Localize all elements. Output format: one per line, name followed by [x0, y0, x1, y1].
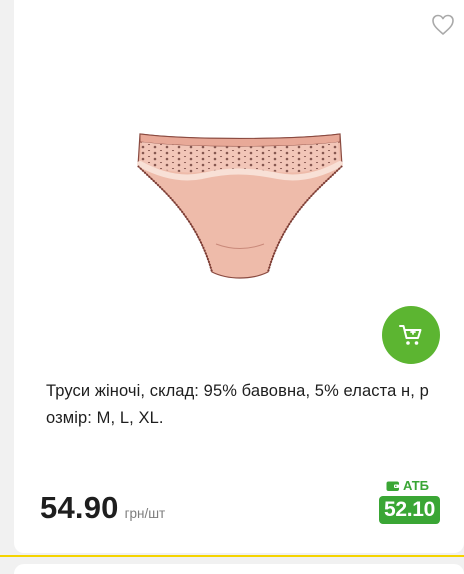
product-price: 54.90	[40, 490, 119, 525]
club-price-label: АТБ	[386, 478, 429, 493]
divider	[0, 555, 464, 557]
next-product-card[interactable]	[14, 564, 464, 574]
wallet-icon	[386, 481, 399, 491]
favorite-button[interactable]	[431, 14, 455, 36]
price-block: 54.90 грн/шт	[40, 490, 165, 526]
club-label-text: АТБ	[403, 478, 430, 493]
add-to-cart-button[interactable]	[382, 306, 440, 364]
product-title[interactable]: Труси жіночі, склад: 95% бавовна, 5% ела…	[46, 378, 436, 432]
cart-icon	[399, 325, 422, 345]
club-price: 52.10	[379, 496, 441, 524]
page: Труси жіночі, склад: 95% бавовна, 5% ела…	[0, 0, 464, 574]
product-image[interactable]	[128, 126, 352, 286]
heart-icon	[432, 14, 454, 35]
price-unit: грн/шт	[124, 506, 166, 521]
